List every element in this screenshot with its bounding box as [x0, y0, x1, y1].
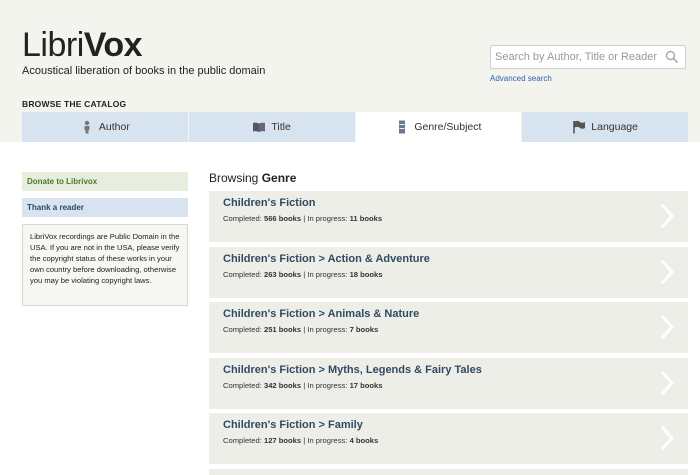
librivox-logo[interactable]: LibriVox [22, 26, 143, 65]
chevron-right-icon[interactable] [660, 259, 674, 285]
genre-stats: Completed: 342 books | In progress: 17 b… [223, 380, 383, 390]
chevron-right-icon[interactable] [660, 203, 674, 229]
tab-language[interactable]: Language [522, 112, 688, 142]
search-box [490, 45, 686, 69]
tab-genre-label: Genre/Subject [414, 121, 482, 133]
tab-author[interactable]: Author [22, 112, 188, 142]
search-input[interactable] [491, 46, 661, 68]
flag-icon [573, 120, 586, 134]
catalog-tabs: Author Title Genre/Subject Language [22, 112, 688, 142]
search-icon[interactable] [665, 50, 679, 64]
site-tagline: Acoustical liberation of books in the pu… [22, 65, 266, 77]
book-icon [253, 122, 266, 132]
genre-title[interactable]: Children's Fiction [223, 197, 674, 209]
chevron-right-icon[interactable] [660, 425, 674, 451]
list-item[interactable]: Children's Fiction > Action & Adventure … [209, 246, 688, 298]
list-item[interactable]: Children's Fiction Completed: 566 books … [209, 191, 688, 242]
genre-stats: Completed: 251 books | In progress: 7 bo… [223, 325, 379, 334]
copyright-notice: LibriVox recordings are Public Domain in… [22, 224, 188, 306]
person-icon [84, 120, 90, 134]
thank-reader-link[interactable]: Thank a reader [22, 198, 188, 217]
list-item[interactable]: Children's Fiction > Family Completed: 1… [209, 413, 688, 464]
genre-title[interactable]: Children's Fiction > Animals & Nature [223, 308, 674, 320]
browsing-type: Genre [261, 171, 297, 185]
genre-stats: Completed: 263 books | In progress: 18 b… [223, 269, 383, 279]
tab-author-label: Author [98, 121, 130, 133]
genre-stats: Completed: 127 books | In progress: 4 bo… [223, 436, 379, 445]
tab-title[interactable]: Title [188, 112, 355, 142]
tab-genre-subject[interactable]: Genre/Subject [355, 112, 522, 142]
browse-catalog-label: BROWSE THE CATALOG [22, 99, 127, 109]
genre-title[interactable]: Children's Fiction > Action & Adventure [223, 253, 674, 265]
tab-language-label: Language [591, 121, 638, 133]
donate-link[interactable]: Donate to Librivox [22, 172, 188, 191]
site-header: LibriVox Acoustical liberation of books … [0, 0, 700, 142]
genre-stats: Completed: 566 books | In progress: 11 b… [223, 214, 383, 223]
chevron-right-icon[interactable] [660, 370, 674, 396]
genre-list: Children's Fiction Completed: 566 books … [209, 191, 688, 475]
list-item[interactable]: Children's Fiction > Myths, Legends & Fa… [209, 357, 688, 409]
list-item[interactable] [209, 468, 688, 475]
chevron-right-icon[interactable] [660, 314, 674, 340]
sidebar: Donate to Librivox Thank a reader LibriV… [22, 172, 188, 306]
browsing-prefix: Browsing [209, 171, 259, 185]
list-item[interactable]: Children's Fiction > Animals & Nature Co… [209, 302, 688, 353]
page-title: Browsing Genre [209, 171, 296, 185]
tab-title-label: Title [271, 121, 291, 133]
genre-title[interactable]: Children's Fiction > Myths, Legends & Fa… [223, 364, 674, 376]
genre-title[interactable]: Children's Fiction > Family [223, 419, 674, 431]
bookshelf-icon [399, 120, 406, 134]
advanced-search-link[interactable]: Advanced search [490, 74, 552, 83]
